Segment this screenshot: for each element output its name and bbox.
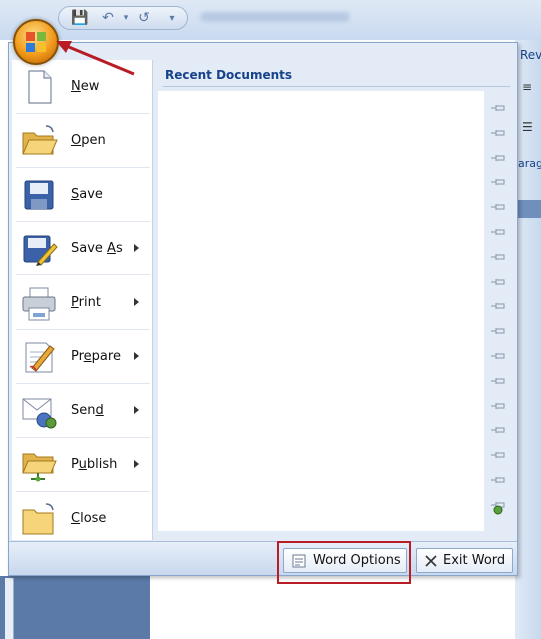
menu-item-label: Publish <box>71 457 118 472</box>
window-title-blurred <box>200 12 350 22</box>
menu-item-save[interactable]: Save <box>12 170 153 220</box>
menu-item-label: Prepare <box>71 349 121 364</box>
pin-icon[interactable] <box>490 351 506 361</box>
vertical-ruler <box>5 578 14 639</box>
menu-divider <box>16 491 150 492</box>
pin-icon[interactable] <box>490 376 506 386</box>
close-folder-icon <box>22 503 54 535</box>
menu-item-send[interactable]: Send <box>12 386 153 436</box>
menu-divider <box>16 329 150 330</box>
save-disk-icon <box>24 180 54 210</box>
undo-icon[interactable]: ↶ <box>99 10 117 27</box>
recent-pins-column <box>486 91 510 531</box>
customize-qat-icon[interactable]: ▾ <box>163 10 181 27</box>
pin-icon[interactable] <box>490 103 506 113</box>
pin-icon[interactable] <box>490 425 506 435</box>
recent-documents-list[interactable] <box>158 91 484 531</box>
menu-divider <box>16 383 150 384</box>
menu-item-label: Save As <box>71 241 123 256</box>
tab-review-partial[interactable]: Rev <box>520 48 541 62</box>
close-icon <box>425 555 437 567</box>
title-bar: 💾 ↶ ▾ ↺ ▾ <box>0 0 541 40</box>
quick-access-toolbar: 💾 ↶ ▾ ↺ ▾ <box>58 6 188 30</box>
exit-word-label: Exit Word <box>443 553 506 568</box>
save-as-icon <box>23 235 58 266</box>
redo-icon[interactable]: ↺ <box>135 10 153 27</box>
pin-icon[interactable] <box>490 301 506 311</box>
exit-word-button[interactable]: Exit Word <box>416 548 513 573</box>
menu-divider <box>16 113 150 114</box>
annotation-arrow <box>56 41 135 76</box>
pin-icon[interactable] <box>490 277 506 287</box>
recent-title-divider <box>163 86 510 87</box>
pin-icon[interactable] <box>490 153 506 163</box>
pin-icon[interactable] <box>490 227 506 237</box>
pin-icon[interactable] <box>490 177 506 187</box>
open-folder-icon <box>22 125 58 155</box>
menu-item-label: Print <box>71 295 101 310</box>
pin-icon[interactable] <box>490 252 506 262</box>
menu-item-open[interactable]: Open <box>12 116 153 166</box>
office-logo-icon <box>26 32 46 52</box>
send-icon <box>22 398 57 429</box>
list-icon[interactable]: ≡ <box>522 80 532 94</box>
menu-divider <box>16 221 150 222</box>
menu-item-label: Send <box>71 403 104 418</box>
publish-icon <box>22 453 57 482</box>
submenu-arrow-icon <box>134 460 139 468</box>
submenu-arrow-icon <box>134 406 139 414</box>
menu-item-save-as[interactable]: Save As <box>12 224 153 274</box>
pin-icon[interactable] <box>490 450 506 460</box>
justify-icon[interactable]: ☰ <box>522 120 533 134</box>
submenu-arrow-icon <box>134 352 139 360</box>
pin-icon[interactable] <box>490 401 506 411</box>
menu-item-close[interactable]: Close <box>12 494 153 544</box>
pin-icon[interactable] <box>490 475 506 485</box>
document-background <box>0 576 150 639</box>
menu-item-label: Close <box>71 511 107 526</box>
menu-divider <box>16 167 150 168</box>
menu-divider <box>16 274 150 275</box>
prepare-pen-icon <box>25 342 55 373</box>
menu-item-publish[interactable]: Publish <box>12 440 153 490</box>
submenu-arrow-icon <box>134 244 139 252</box>
menu-item-prepare[interactable]: Prepare <box>12 332 153 382</box>
pin-icon[interactable] <box>490 202 506 212</box>
printer-icon <box>22 287 56 321</box>
menu-item-print[interactable]: Print <box>12 278 153 328</box>
menu-item-label: Save <box>71 187 103 202</box>
pin-icon[interactable] <box>490 128 506 138</box>
pinned-icon[interactable] <box>490 505 506 515</box>
highlight-box <box>277 541 411 584</box>
submenu-arrow-icon <box>134 298 139 306</box>
save-icon[interactable]: 💾 <box>71 10 89 27</box>
ribbon-band <box>515 200 541 218</box>
pin-icon[interactable] <box>490 326 506 336</box>
paragraph-group-partial: arag <box>518 157 541 170</box>
undo-dropdown-icon[interactable]: ▾ <box>117 10 135 27</box>
menu-item-label: New <box>71 79 100 94</box>
menu-divider <box>16 437 150 438</box>
menu-item-label: Open <box>71 133 106 148</box>
recent-documents-title: Recent Documents <box>165 68 293 82</box>
